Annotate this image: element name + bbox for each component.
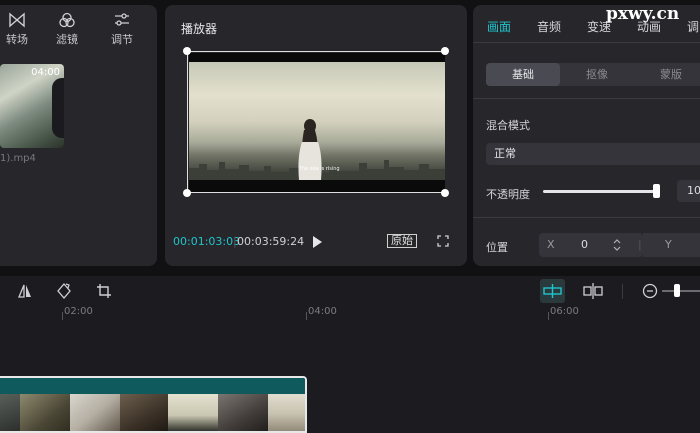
zoom-slider[interactable]	[662, 290, 700, 292]
opacity-label: 不透明度	[486, 188, 530, 201]
rotate-icon[interactable]	[56, 283, 72, 299]
blend-mode-label: 混合模式	[486, 119, 530, 132]
position-x-field[interactable]: X 0 |	[539, 233, 643, 257]
current-timecode: 00:01:03:03	[173, 235, 241, 248]
resize-handle-bl[interactable]	[183, 189, 191, 197]
position-y-label: Y	[665, 238, 672, 251]
video-frame: The sea is rising	[189, 62, 445, 180]
resize-handle-br[interactable]	[441, 189, 449, 197]
filmstrip-frame	[20, 394, 70, 431]
position-x-label: X	[547, 238, 555, 251]
ruler-tick-label: 02:00	[64, 306, 93, 317]
tab-picture[interactable]: 画面	[487, 18, 537, 35]
site-watermark: pxwy.cn	[606, 4, 680, 24]
opacity-slider[interactable]	[543, 190, 659, 193]
clip-header	[0, 378, 305, 394]
filmstrip-frame	[0, 394, 20, 431]
stepper-icon[interactable]	[613, 239, 621, 251]
opacity-input[interactable]: 10	[677, 180, 700, 202]
segment-cutout[interactable]: 抠像	[560, 63, 634, 86]
ruler-tick-label: 04:00	[308, 306, 337, 317]
position-label: 位置	[486, 241, 508, 254]
total-timecode: 00:03:59:24	[237, 235, 305, 248]
player-panel: 播放器 The sea is rising 00:01:03:03 | 00:0…	[165, 5, 467, 266]
transition-icon	[9, 12, 25, 28]
fullscreen-icon[interactable]	[437, 235, 449, 247]
filmstrip-frame	[70, 394, 120, 431]
transition-tool[interactable]: 转场	[0, 9, 34, 47]
media-thumbnail[interactable]: 04:00	[0, 64, 64, 148]
video-subtitle: The sea is rising	[299, 166, 340, 172]
resize-handle-tr[interactable]	[441, 47, 449, 55]
clip-filename: 1).mp4	[0, 153, 36, 164]
player-title: 播放器	[181, 22, 218, 36]
property-segment: 基础 抠像 蒙版	[486, 63, 700, 86]
timeline-track	[0, 320, 700, 433]
segment-mask[interactable]: 蒙版	[634, 63, 700, 86]
filter-label: 滤镜	[56, 33, 78, 46]
tab-adjust[interactable]: 调	[687, 18, 700, 35]
tab-audio[interactable]: 音频	[537, 18, 587, 35]
filmstrip-frame	[120, 394, 168, 431]
video-clip[interactable]	[0, 376, 307, 433]
play-icon[interactable]	[311, 235, 323, 249]
clip-filmstrip	[0, 394, 305, 431]
adjust-icon	[115, 13, 129, 26]
filmstrip-frame	[218, 394, 268, 431]
media-panel: 转场 滤镜 调节 04:00 1).mp4	[0, 5, 157, 266]
filmstrip-frame	[268, 394, 305, 431]
filter-icon	[59, 12, 75, 28]
adjust-tool[interactable]: 调节	[105, 9, 139, 47]
video-preview[interactable]: The sea is rising	[187, 51, 445, 193]
ruler-tick-label: 06:00	[550, 306, 579, 317]
timeline-ruler[interactable]: 02:00 04:00 06:00	[0, 306, 700, 320]
resize-handle-tl[interactable]	[183, 47, 191, 55]
zoom-slider-knob[interactable]	[674, 284, 680, 297]
auto-snap-button[interactable]	[540, 279, 565, 303]
inspector-panel: 画面 音频 变速 动画 调 基础 抠像 蒙版 混合模式 正常 不透明度 10 位…	[473, 5, 700, 266]
mirror-icon[interactable]	[17, 283, 33, 299]
snap-icon	[543, 284, 562, 298]
crop-icon[interactable]	[96, 283, 112, 299]
opacity-slider-knob[interactable]	[653, 184, 660, 198]
segment-basic[interactable]: 基础	[486, 63, 560, 86]
blend-mode-select[interactable]: 正常	[486, 143, 700, 165]
split-preview-icon[interactable]	[583, 283, 603, 299]
transition-label: 转场	[6, 33, 28, 46]
filter-tool[interactable]: 滤镜	[50, 9, 84, 47]
original-ratio-button[interactable]: 原始	[387, 234, 417, 248]
timeline-toolbar	[0, 276, 700, 306]
zoom-out-icon[interactable]	[642, 283, 658, 299]
position-x-value: 0	[581, 238, 588, 251]
filmstrip-frame	[168, 394, 218, 431]
position-y-field[interactable]: Y	[643, 233, 700, 257]
clip-duration: 04:00	[31, 67, 60, 78]
adjust-label: 调节	[111, 33, 133, 46]
